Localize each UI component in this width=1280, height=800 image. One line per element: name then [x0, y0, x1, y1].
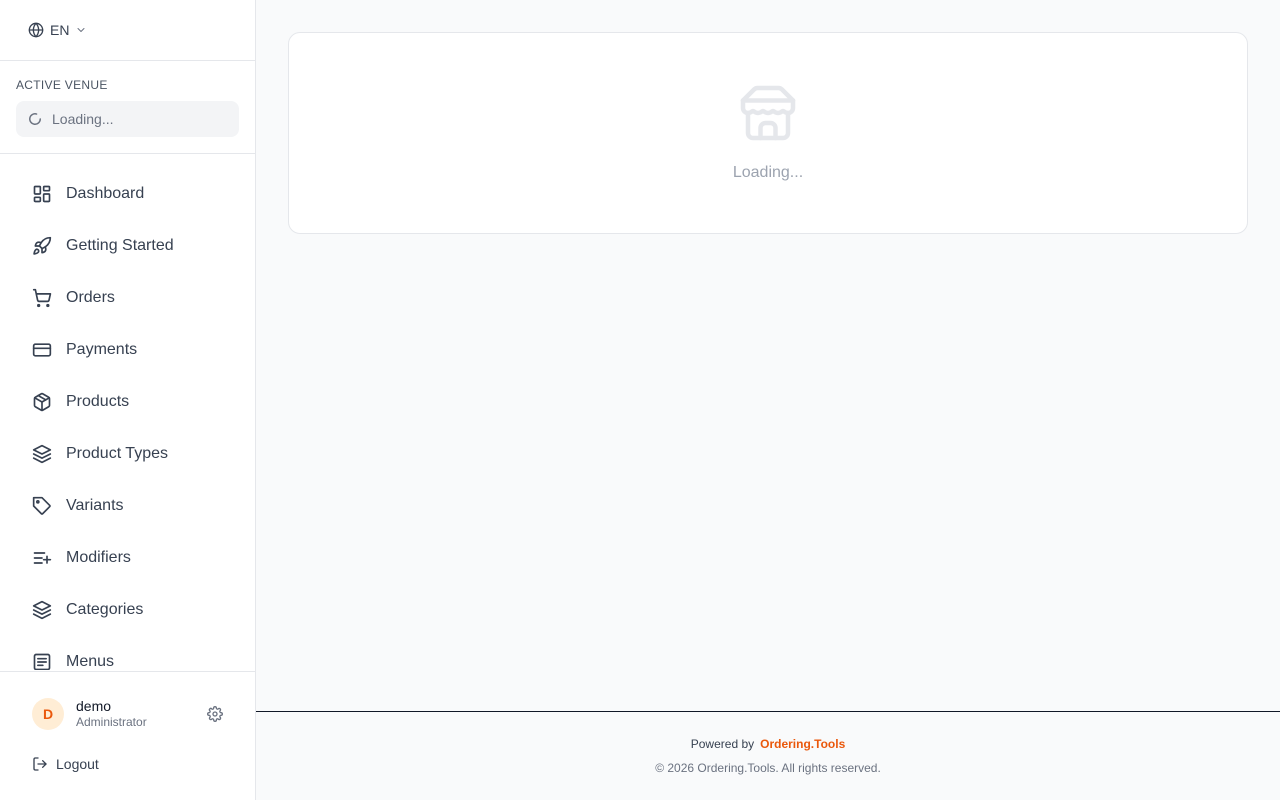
avatar: D [32, 698, 64, 730]
nav-item-getting-started[interactable]: Getting Started [16, 220, 240, 272]
nav-label: Categories [66, 601, 144, 618]
user-name: demo [76, 698, 112, 714]
globe-icon [28, 22, 44, 38]
nav-label: Product Types [66, 445, 168, 462]
loading-card: Loading... [288, 32, 1248, 234]
venue-selector[interactable]: Loading... [16, 101, 239, 137]
nav-item-product-types[interactable]: Product Types [16, 428, 240, 480]
sidebar: EN ACTIVE VENUE Loading... Dashboard Get… [0, 0, 256, 800]
spinner-icon [29, 113, 41, 125]
powered-by: Powered by Ordering.Tools [256, 737, 1280, 751]
dashboard-icon [33, 185, 51, 203]
loading-text: Loading... [732, 164, 804, 181]
list-plus-icon [33, 552, 52, 564]
venue-loading-text: Loading... [52, 111, 114, 127]
nav-label: Getting Started [66, 237, 174, 254]
copyright: © 2026 Ordering.Tools. All rights reserv… [655, 761, 881, 775]
powered-by-label: Powered by [690, 737, 755, 751]
tag-icon [32, 496, 51, 515]
logout-button[interactable]: Logout [32, 756, 99, 772]
divider [0, 60, 255, 61]
layers-icon [32, 600, 52, 620]
logout-icon [33, 757, 47, 771]
chevron-down-icon [77, 28, 85, 32]
nav-label: Dashboard [66, 185, 145, 202]
nav-item-variants[interactable]: Variants [16, 480, 240, 532]
menu-doc-icon [33, 653, 51, 670]
cart-icon [32, 288, 52, 308]
nav-label: Modifiers [66, 549, 131, 566]
nav-label: Variants [66, 497, 124, 514]
footer: Powered by Ordering.Tools © 2026 Ordering… [256, 711, 1280, 800]
user-profile: D demo Administrator [32, 698, 147, 730]
package-icon [33, 392, 51, 412]
nav-label: Orders [66, 289, 115, 306]
nav-item-products[interactable]: Products [16, 376, 240, 428]
nav-label: Products [66, 393, 130, 410]
active-venue-label: ACTIVE VENUE [16, 78, 108, 92]
nav-label: Payments [66, 341, 138, 358]
divider [0, 671, 255, 672]
gear-icon [207, 706, 223, 722]
store-icon [740, 85, 796, 141]
nav-label: Menus [66, 653, 115, 670]
user-role: Administrator [76, 715, 147, 729]
settings-button[interactable] [207, 706, 223, 727]
nav-item-categories[interactable]: Categories [16, 584, 240, 636]
nav-item-dashboard[interactable]: Dashboard [16, 168, 240, 220]
logout-label: Logout [56, 756, 99, 772]
main-nav: Dashboard Getting Started Orders Payment… [16, 168, 240, 670]
nav-item-menus[interactable]: Menus [16, 636, 240, 670]
language-code: EN [50, 22, 70, 38]
nav-item-modifiers[interactable]: Modifiers [16, 532, 240, 584]
brand-link[interactable]: Ordering.Tools [760, 737, 845, 751]
nav-item-payments[interactable]: Payments [16, 324, 240, 376]
divider [0, 153, 255, 154]
layers-icon [32, 444, 52, 464]
language-selector[interactable]: EN [28, 20, 87, 40]
rocket-icon [33, 236, 52, 255]
nav-item-orders[interactable]: Orders [16, 272, 240, 324]
credit-card-icon [32, 343, 52, 357]
